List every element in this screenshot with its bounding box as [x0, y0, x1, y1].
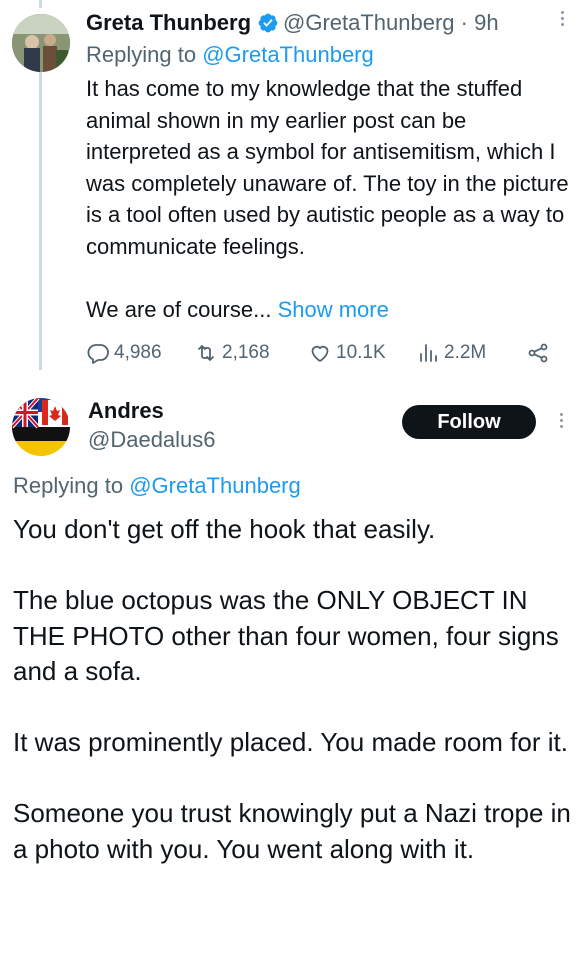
avatar[interactable] [12, 14, 70, 72]
author-name[interactable]: Greta Thunberg [86, 10, 251, 35]
reply-icon [87, 344, 109, 364]
tweet-paragraph-truncated: We are of course... Show more [86, 294, 576, 326]
tweet-text: You don't get off the hook that easily. … [13, 512, 573, 903]
share-icon [528, 343, 548, 363]
thread-connector-top [39, 0, 42, 8]
tweet-actions: 4,986 2,168 10.1K 2.2M [86, 338, 556, 368]
reply-count: 4,986 [114, 342, 162, 363]
more-icon[interactable] [552, 410, 570, 436]
like-count: 10.1K [336, 342, 386, 363]
author-name[interactable]: Andres [88, 396, 164, 426]
follow-button[interactable]: Follow [402, 405, 536, 439]
verified-badge-icon [257, 12, 279, 34]
more-icon[interactable] [553, 8, 571, 34]
separator: · [460, 10, 468, 35]
tweet-paragraph: Someone you trust knowingly put a Nazi t… [13, 798, 571, 864]
tweet-header: Greta Thunberg @GretaThunberg · 9h [86, 8, 499, 38]
replying-to: Replying to @GretaThunberg [86, 40, 374, 70]
tweet-text: It has come to my knowledge that the stu… [86, 73, 576, 325]
share-button[interactable] [526, 338, 550, 368]
timestamp[interactable]: 9h [474, 10, 498, 35]
tweet-paragraph: The blue octopus was the ONLY OBJECT IN … [13, 585, 559, 686]
views-icon [420, 344, 437, 362]
show-more-link[interactable]: Show more [278, 297, 389, 322]
reply-button[interactable]: 4,986 [86, 338, 162, 368]
replying-to: Replying to @GretaThunberg [13, 471, 301, 501]
replying-prefix: Replying to [13, 473, 124, 498]
author-handle[interactable]: @Daedalus6 [88, 425, 216, 455]
avatar[interactable] [12, 398, 70, 456]
like-icon [311, 345, 329, 362]
mention-link[interactable]: @GretaThunberg [129, 473, 301, 498]
tweet-paragraph: It has come to my knowledge that the stu… [86, 76, 569, 259]
replying-prefix: Replying to [86, 42, 197, 67]
repost-icon [198, 345, 214, 361]
thread-connector [39, 70, 42, 370]
truncated-text: We are of course... [86, 296, 272, 322]
tweet-paragraph: You don't get off the hook that easily. [13, 514, 436, 544]
like-button[interactable]: 10.1K [308, 338, 386, 368]
repost-count: 2,168 [222, 342, 270, 363]
mention-link[interactable]: @GretaThunberg [202, 42, 374, 67]
author-handle[interactable]: @GretaThunberg [283, 10, 455, 35]
repost-button[interactable]: 2,168 [194, 338, 270, 368]
view-count: 2.2M [444, 342, 487, 363]
views-button[interactable]: 2.2M [416, 338, 486, 368]
tweet-paragraph: It was prominently placed. You made room… [13, 727, 568, 757]
